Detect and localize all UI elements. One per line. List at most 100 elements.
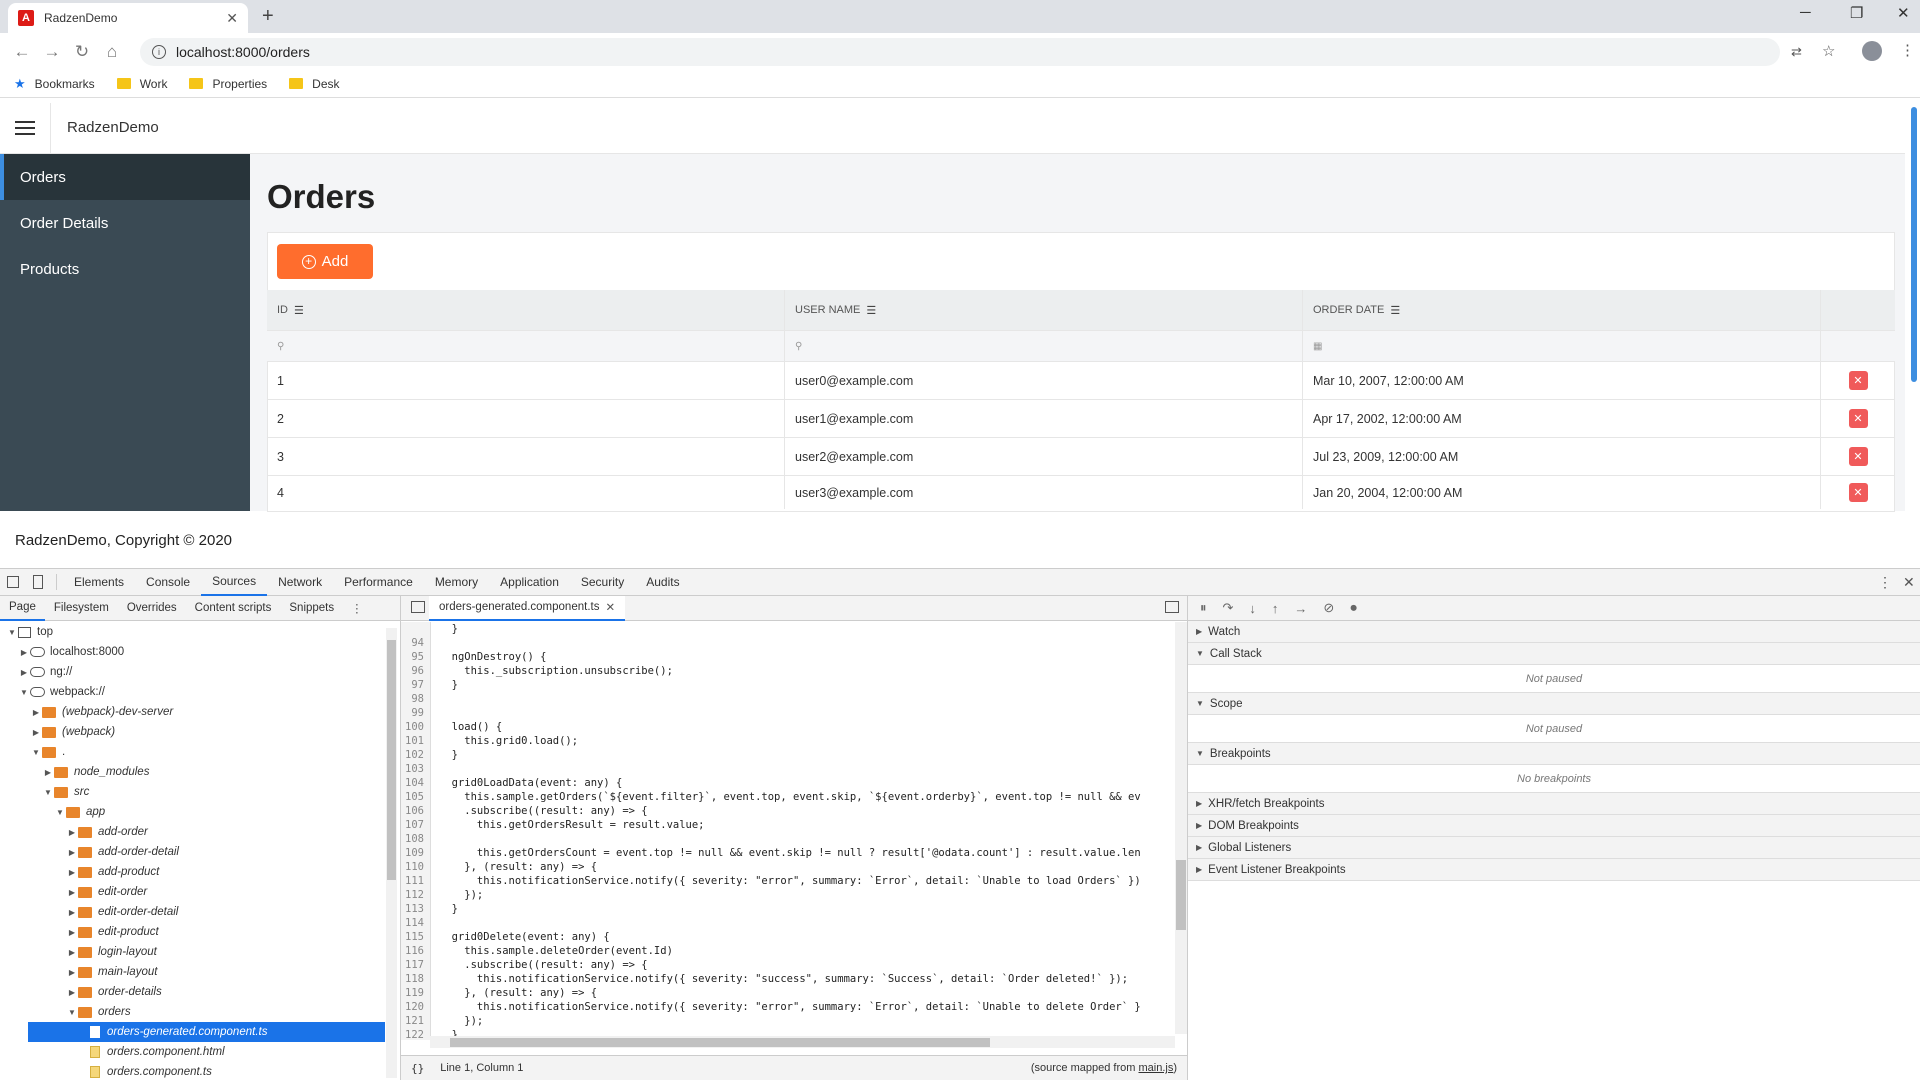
code-line[interactable]: 105 this.sample.getOrders(`${event.filte… [401, 790, 1187, 804]
tree-item[interactable]: ▶ ng:// [0, 662, 385, 682]
code-line[interactable]: 120 this.notificationService.notify({ se… [401, 1000, 1187, 1014]
tree-item[interactable]: orders.component.html [0, 1042, 385, 1062]
code-line[interactable]: 111 this.notificationService.notify({ se… [401, 874, 1187, 888]
code-line[interactable]: 108 [401, 832, 1187, 846]
debugger-section-header[interactable]: ▶ Global Listeners [1188, 837, 1920, 859]
bookmark-item-bookmarks[interactable]: ★ Bookmarks [14, 76, 95, 92]
tree-item[interactable]: ▼ src [0, 782, 385, 802]
tree-item[interactable]: ▼ app [0, 802, 385, 822]
line-number[interactable]: 110 [401, 860, 431, 874]
code-line[interactable]: } [401, 622, 1187, 636]
table-row[interactable]: 4 user3@example.com Jan 20, 2004, 12:00:… [267, 476, 1895, 509]
code-line[interactable]: 99 [401, 706, 1187, 720]
line-number[interactable]: 118 [401, 972, 431, 986]
sort-icon[interactable]: ☰ [866, 304, 876, 317]
devtools-menu-icon[interactable]: ⋮ [1878, 574, 1892, 591]
more-tabs-icon[interactable]: ⋮ [351, 601, 363, 615]
expanded-arrow-icon[interactable]: ▼ [6, 628, 18, 637]
file-tree-scrollbar-thumb[interactable] [387, 640, 396, 880]
step-into-icon[interactable]: ↓ [1249, 601, 1256, 616]
tab-security[interactable]: Security [570, 569, 635, 596]
expanded-arrow-icon[interactable]: ▼ [18, 688, 30, 697]
tree-item[interactable]: ▶ edit-product [0, 922, 385, 942]
collapsed-arrow-icon[interactable]: ▶ [30, 708, 42, 717]
bookmark-item-desk[interactable]: Desk [289, 77, 340, 91]
browser-tab[interactable]: A RadzenDemo ✕ [8, 3, 248, 33]
line-number[interactable]: 121 [401, 1014, 431, 1028]
address-bar[interactable]: i localhost:8000/orders [140, 38, 1780, 66]
delete-row-button[interactable]: ✕ [1848, 409, 1868, 428]
debugger-section-header[interactable]: ▶ DOM Breakpoints [1188, 815, 1920, 837]
tab-console[interactable]: Console [135, 569, 201, 596]
back-arrow-icon[interactable]: ← [7, 42, 37, 62]
line-number[interactable]: 108 [401, 832, 431, 846]
id-filter-input[interactable]: ⚲ [267, 331, 785, 361]
tree-item[interactable]: ▼ orders [0, 1002, 385, 1022]
tree-item[interactable]: ▶ edit-order [0, 882, 385, 902]
page-scrollbar[interactable] [1911, 107, 1917, 382]
code-line[interactable]: 100 load() { [401, 720, 1187, 734]
expanded-arrow-icon[interactable]: ▼ [30, 748, 42, 757]
add-button[interactable]: + Add [277, 244, 373, 279]
tree-item[interactable]: ▶ localhost:8000 [0, 642, 385, 662]
line-number[interactable]: 104 [401, 776, 431, 790]
code-line[interactable]: 106 .subscribe((result: any) => { [401, 804, 1187, 818]
bookmark-star-icon[interactable]: ☆ [1822, 42, 1835, 60]
debugger-section-header[interactable]: ▶ XHR/fetch Breakpoints [1188, 793, 1920, 815]
delete-row-button[interactable]: ✕ [1848, 447, 1868, 466]
tree-item[interactable]: ▶ add-order [0, 822, 385, 842]
pause-icon[interactable]: ⏸ [1200, 600, 1207, 616]
collapsed-arrow-icon[interactable]: ▶ [42, 768, 54, 777]
tab-content-scripts[interactable]: Content scripts [186, 596, 281, 621]
step-out-icon[interactable]: ↑ [1272, 601, 1279, 616]
code-line[interactable]: 95 ngOnDestroy() { [401, 650, 1187, 664]
tree-item[interactable]: ▶ login-layout [0, 942, 385, 962]
line-number[interactable]: 122 [401, 1028, 431, 1040]
close-tab-icon[interactable]: ✕ [226, 10, 238, 27]
delete-row-button[interactable]: ✕ [1848, 371, 1868, 390]
tree-item[interactable]: orders-generated.component.ts [28, 1022, 385, 1042]
tab-performance[interactable]: Performance [333, 569, 424, 596]
user-name-filter-input[interactable]: ⚲ [785, 331, 1303, 361]
tree-item[interactable]: ▶ add-order-detail [0, 842, 385, 862]
collapsed-arrow-icon[interactable]: ▶ [66, 888, 78, 897]
expanded-arrow-icon[interactable]: ▼ [42, 788, 54, 797]
forward-arrow-icon[interactable]: → [37, 42, 67, 62]
line-number[interactable]: 98 [401, 692, 431, 706]
collapsed-arrow-icon[interactable]: ▶ [66, 908, 78, 917]
pause-on-exceptions-icon[interactable]: ⏺ [1350, 600, 1357, 616]
close-window-icon[interactable]: ✕ [1897, 4, 1910, 22]
sort-icon[interactable]: ☰ [1390, 304, 1400, 317]
step-over-icon[interactable]: ↷ [1223, 600, 1234, 616]
code-editor[interactable]: } 94 95 ngOnDestroy() {96 this._subscripti… [401, 622, 1187, 1040]
tab-overrides[interactable]: Overrides [118, 596, 186, 621]
line-number[interactable]: 120 [401, 1000, 431, 1014]
code-vertical-scrollbar[interactable] [1175, 622, 1187, 1034]
tree-item[interactable]: ▶ node_modules [0, 762, 385, 782]
new-tab-button[interactable]: + [262, 5, 274, 28]
tree-item[interactable]: ▶ (webpack)-dev-server [0, 702, 385, 722]
code-line[interactable]: 116 this.sample.deleteOrder(event.Id) [401, 944, 1187, 958]
line-number[interactable]: 109 [401, 846, 431, 860]
sidebar-item-orders[interactable]: Orders [0, 154, 250, 200]
tree-item[interactable]: ▶ order-details [0, 982, 385, 1002]
collapsed-arrow-icon[interactable]: ▶ [66, 828, 78, 837]
code-line[interactable]: 96 this._subscription.unsubscribe(); [401, 664, 1187, 678]
collapsed-arrow-icon[interactable]: ▶ [66, 988, 78, 997]
sidebar-item-order-details[interactable]: Order Details [0, 200, 250, 246]
tab-elements[interactable]: Elements [63, 569, 135, 596]
table-row[interactable]: 3 user2@example.com Jul 23, 2009, 12:00:… [267, 438, 1895, 476]
collapsed-arrow-icon[interactable]: ▶ [66, 848, 78, 857]
code-line[interactable]: 115 grid0Delete(event: any) { [401, 930, 1187, 944]
expanded-arrow-icon[interactable]: ▼ [66, 1008, 78, 1017]
code-line[interactable]: 94 [401, 636, 1187, 650]
line-number[interactable]: 113 [401, 902, 431, 916]
tab-network[interactable]: Network [267, 569, 333, 596]
calendar-icon[interactable]: ▦ [1313, 341, 1322, 352]
collapsed-arrow-icon[interactable]: ▶ [18, 668, 30, 677]
line-number[interactable]: 107 [401, 818, 431, 832]
bookmark-item-properties[interactable]: Properties [189, 77, 267, 91]
tree-item[interactable]: ▶ main-layout [0, 962, 385, 982]
line-number[interactable]: 114 [401, 916, 431, 930]
line-number[interactable]: 105 [401, 790, 431, 804]
